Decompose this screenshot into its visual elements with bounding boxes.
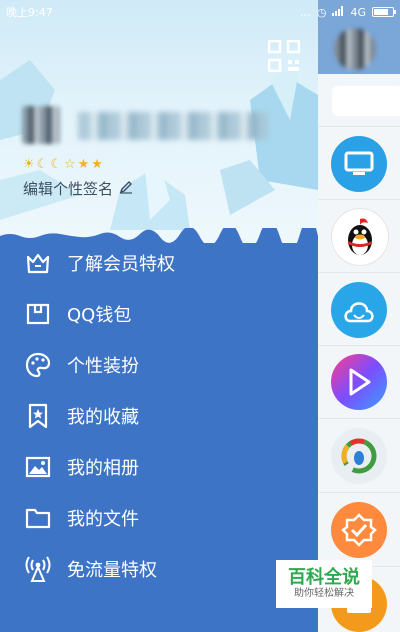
side-drawer: ☀ ☾ ☾ ☆ ★ ★ 编辑个性签名 了解会员特权 QQ钱包 个性装扮 我的收藏… (0, 0, 318, 632)
cloud-app-icon[interactable] (331, 282, 387, 338)
qq-penguin-app-icon[interactable] (331, 208, 389, 266)
menu-item-label: 免流量特权 (67, 560, 157, 581)
signal-icon (332, 5, 344, 19)
signature-label: 编辑个性签名 (23, 180, 114, 198)
menu-item-vip-privileges[interactable]: 了解会员特权 (0, 240, 318, 286)
divider (318, 418, 400, 419)
battery-icon (372, 7, 396, 17)
status-bar: 晚上9:47 … ◷ 4G (0, 0, 400, 24)
pencil-icon (119, 180, 133, 198)
star-icon: ★ (77, 157, 90, 172)
news-app-icon[interactable] (331, 428, 387, 484)
avatar[interactable] (22, 106, 60, 144)
video-play-app-icon[interactable] (331, 354, 387, 410)
menu-item-label: 我的收藏 (67, 407, 139, 428)
qr-code-icon[interactable] (267, 39, 301, 73)
menu-item-files[interactable]: 我的文件 (0, 495, 318, 541)
menu-item-free-data[interactable]: 免流量特权 (0, 546, 318, 592)
watermark-title: 百科全说 (288, 567, 360, 587)
edit-signature[interactable]: 编辑个性签名 (23, 178, 133, 199)
menu-item-label: 我的文件 (67, 509, 139, 530)
level-badges[interactable]: ☀ ☾ ☾ ☆ ★ ★ (23, 157, 103, 173)
monitor-app-icon[interactable] (331, 136, 387, 192)
network-type: 4G (350, 5, 366, 19)
sun-icon: ☀ (23, 157, 35, 172)
star-icon: ☆ (63, 157, 76, 172)
menu-item-album[interactable]: 我的相册 (0, 444, 318, 490)
divider (318, 345, 400, 346)
antenna-icon (24, 555, 52, 583)
avatar[interactable] (334, 28, 376, 70)
search-box[interactable] (332, 86, 400, 116)
battery-level (374, 9, 388, 15)
menu-item-label: 个性装扮 (67, 356, 139, 377)
menu-item-favorites[interactable]: 我的收藏 (0, 393, 318, 439)
moon-icon: ☾ (36, 157, 49, 172)
divider (318, 199, 400, 200)
menu-item-label: 我的相册 (67, 458, 139, 479)
watermark: 百科全说 助你轻松解决 (276, 560, 372, 608)
menu-item-label: 了解会员特权 (67, 254, 175, 275)
divider (318, 492, 400, 493)
divider (318, 272, 400, 273)
wallet-icon (24, 300, 52, 328)
palette-icon (24, 351, 52, 379)
status-time: 晚上9:47 (6, 6, 53, 19)
moon-icon: ☾ (50, 157, 62, 172)
more-dots-icon: … (299, 5, 311, 19)
nickname (78, 112, 268, 140)
menu-item-qq-wallet[interactable]: QQ钱包 (0, 291, 318, 337)
menu-item-label: QQ钱包 (67, 305, 132, 326)
check-badge-app-icon[interactable] (331, 502, 387, 558)
watermark-subtitle: 助你轻松解决 (294, 588, 354, 599)
divider (318, 126, 400, 127)
crown-icon (24, 249, 52, 277)
right-panel (318, 0, 400, 632)
photo-icon (24, 453, 52, 481)
alarm-icon: ◷ (316, 5, 327, 19)
profile-header: ☀ ☾ ☾ ☆ ★ ★ 编辑个性签名 (0, 0, 318, 243)
star-icon: ★ (91, 157, 103, 172)
menu-item-personalization[interactable]: 个性装扮 (0, 342, 318, 388)
folder-icon (24, 504, 52, 532)
bookmark-star-icon (24, 402, 52, 430)
